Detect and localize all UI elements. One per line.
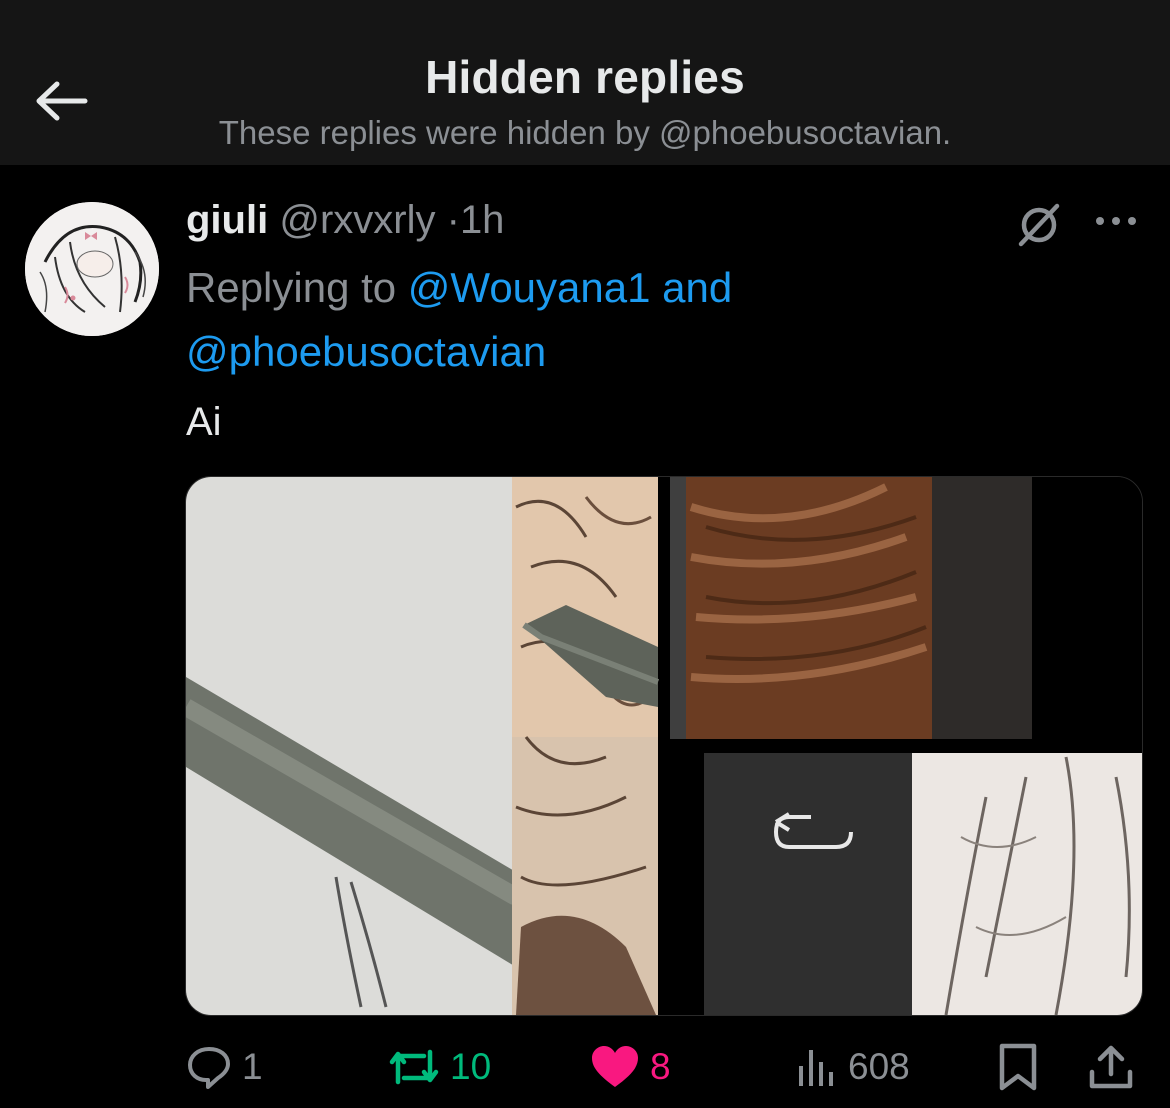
media-images — [186, 477, 1142, 1015]
avatar[interactable] — [25, 202, 159, 336]
replying-to: Replying to @Wouyana1 and @phoebusoctavi… — [186, 256, 886, 384]
views-button[interactable]: 608 — [796, 1040, 910, 1094]
more-icon — [1096, 217, 1136, 225]
handle[interactable]: @rxvxrly — [279, 198, 435, 242]
reply-button[interactable]: 1 — [186, 1040, 263, 1094]
hidden-replies-header: Hidden replies These replies were hidden… — [0, 0, 1170, 165]
meta-separator: · — [446, 198, 460, 242]
reply-icon — [188, 1047, 230, 1089]
media-image-1[interactable] — [186, 477, 660, 1015]
heart-icon — [592, 1046, 638, 1087]
views-icon — [799, 1050, 833, 1086]
repost-count: 10 — [450, 1046, 492, 1087]
hidden-reply-icon — [1018, 203, 1060, 247]
display-name[interactable]: giuli — [186, 198, 268, 242]
page-subtitle: These replies were hidden by @phoebusoct… — [218, 114, 952, 151]
post-text: Ai — [186, 400, 222, 444]
share-icon — [1089, 1045, 1133, 1089]
mention-phoebusoctavian[interactable]: @phoebusoctavian — [186, 328, 546, 375]
like-count: 8 — [650, 1046, 671, 1087]
post-media[interactable] — [185, 476, 1143, 1016]
hide-reply-button[interactable] — [1014, 200, 1064, 250]
views-count: 608 — [848, 1046, 910, 1087]
mention-wouyana1[interactable]: @Wouyana1 — [408, 264, 651, 311]
bookmark-button[interactable] — [996, 1040, 1040, 1094]
media-image-2[interactable] — [670, 477, 1142, 739]
replying-prefix: Replying to — [186, 264, 397, 311]
repost-button[interactable]: 10 — [388, 1040, 491, 1094]
repost-icon — [389, 1049, 439, 1085]
replying-joiner[interactable]: and — [662, 264, 732, 311]
reply-count: 1 — [242, 1046, 263, 1087]
more-button[interactable] — [1092, 206, 1140, 236]
avatar-illustration — [25, 202, 159, 336]
page-title: Hidden replies — [425, 51, 745, 103]
like-button[interactable]: 8 — [590, 1040, 671, 1094]
share-button[interactable] — [1086, 1040, 1136, 1094]
post-time[interactable]: 1h — [460, 198, 505, 242]
post-meta: giuli @rxvxrly ·1h — [186, 198, 504, 243]
bookmark-icon — [999, 1043, 1037, 1091]
media-image-3[interactable] — [670, 751, 1142, 1015]
